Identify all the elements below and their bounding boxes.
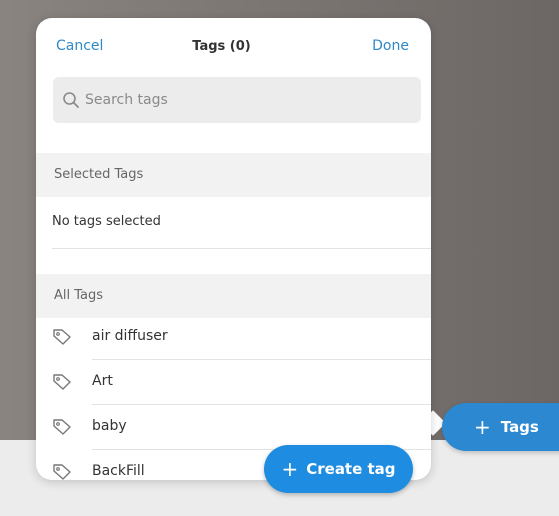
plus-icon: + bbox=[281, 457, 299, 481]
tag-label: baby bbox=[92, 418, 127, 434]
tag-icon bbox=[53, 329, 71, 345]
done-button[interactable]: Done bbox=[372, 38, 409, 54]
plus-icon: + bbox=[474, 415, 491, 439]
all-tags-header: All Tags bbox=[36, 274, 431, 318]
tag-icon bbox=[53, 374, 71, 390]
create-tag-label: Create tag bbox=[306, 460, 396, 478]
tag-row-baby[interactable]: baby bbox=[36, 405, 431, 450]
tag-label: Art bbox=[92, 373, 113, 389]
search-input[interactable] bbox=[85, 77, 405, 123]
search-icon bbox=[63, 92, 79, 108]
tag-label: air diffuser bbox=[92, 328, 168, 344]
tags-button[interactable]: + Tags bbox=[442, 403, 559, 451]
tag-row-art[interactable]: Art bbox=[36, 360, 431, 405]
tags-popover: Cancel Tags (0) Done Selected Tags No ta… bbox=[36, 18, 431, 480]
no-tags-selected-text: No tags selected bbox=[52, 214, 161, 229]
divider bbox=[52, 248, 431, 249]
tag-row-air-diffuser[interactable]: air diffuser bbox=[36, 315, 431, 360]
search-field[interactable] bbox=[53, 77, 421, 123]
create-tag-button[interactable]: + Create tag bbox=[264, 445, 413, 493]
tag-icon bbox=[53, 464, 71, 480]
tag-label: BackFill bbox=[92, 463, 145, 479]
tag-icon bbox=[53, 419, 71, 435]
popover-header: Cancel Tags (0) Done bbox=[36, 18, 431, 74]
tags-button-label: Tags bbox=[500, 418, 539, 436]
selected-tags-header: Selected Tags bbox=[36, 153, 431, 197]
